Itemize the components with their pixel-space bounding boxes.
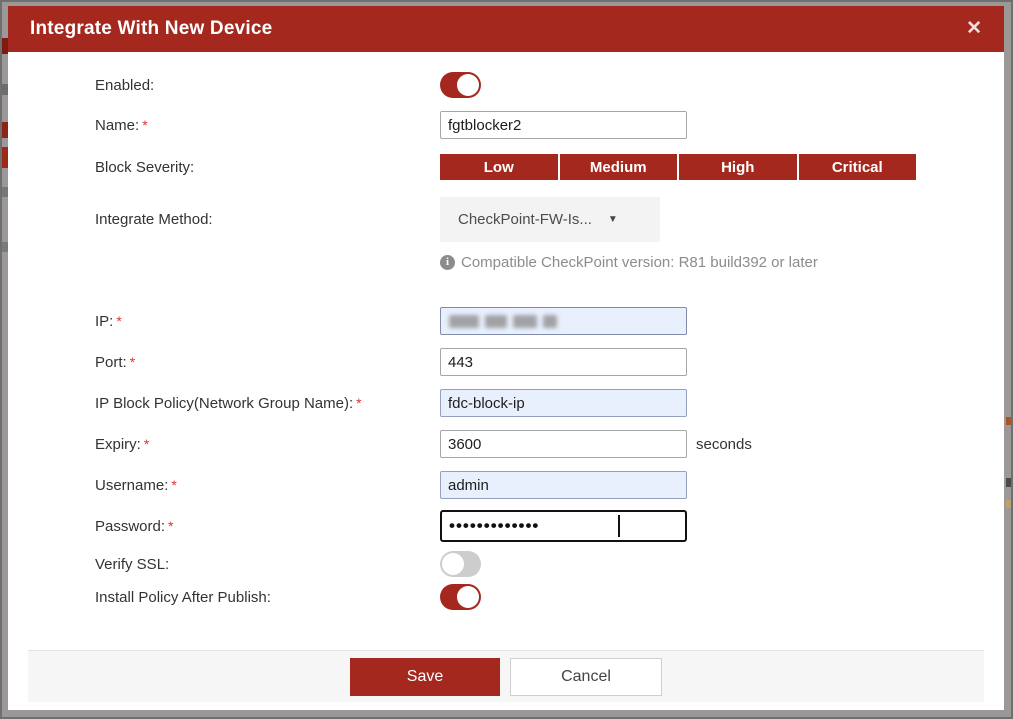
severity-critical-button[interactable]: Critical xyxy=(799,154,917,180)
dialog-footer: Save Cancel xyxy=(28,650,984,702)
integrate-method-row: Integrate Method: CheckPoint-FW-Is... ▼ xyxy=(8,197,1004,242)
port-input[interactable] xyxy=(440,348,687,376)
ip-block-policy-input[interactable] xyxy=(440,389,687,417)
severity-medium-button[interactable]: Medium xyxy=(560,154,678,180)
toggle-knob xyxy=(457,586,479,608)
integrate-method-label: Integrate Method: xyxy=(95,211,440,228)
severity-low-button[interactable]: Low xyxy=(440,154,558,180)
required-marker: * xyxy=(130,354,135,370)
cancel-button[interactable]: Cancel xyxy=(510,658,662,696)
ip-block-policy-row: IP Block Policy(Network Group Name):* xyxy=(8,389,1004,417)
password-input[interactable] xyxy=(440,510,687,542)
integrate-method-select[interactable]: CheckPoint-FW-Is... ▼ xyxy=(440,197,660,242)
compatibility-info: i Compatible CheckPoint version: R81 bui… xyxy=(440,254,818,271)
backdrop-smudge xyxy=(1006,478,1011,487)
block-severity-label: Block Severity: xyxy=(95,159,440,176)
required-marker: * xyxy=(356,395,361,411)
password-row: Password:* xyxy=(8,510,1004,542)
close-icon[interactable]: ✕ xyxy=(966,6,982,52)
enabled-row: Enabled: xyxy=(8,72,1004,98)
ip-input[interactable] xyxy=(440,307,687,335)
dialog-body: Enabled: Name:* Block Severity: Low Medi… xyxy=(8,52,1004,710)
expiry-row: Expiry:* seconds xyxy=(8,430,1004,458)
name-label: Name:* xyxy=(95,117,440,134)
backdrop-smudge xyxy=(1006,500,1011,508)
ip-redacted-value xyxy=(449,315,479,328)
install-policy-label: Install Policy After Publish: xyxy=(95,589,440,606)
backdrop-smudge xyxy=(1006,417,1011,425)
port-label: Port:* xyxy=(95,354,440,371)
required-marker: * xyxy=(116,313,121,329)
chevron-down-icon: ▼ xyxy=(608,214,618,225)
name-row: Name:* xyxy=(8,111,1004,139)
port-row: Port:* xyxy=(8,348,1004,376)
expiry-label: Expiry:* xyxy=(95,436,440,453)
compatibility-info-text: Compatible CheckPoint version: R81 build… xyxy=(461,254,818,271)
toggle-knob xyxy=(442,553,464,575)
dialog-title: Integrate With New Device xyxy=(8,18,272,40)
screenshot-frame: Integrate With New Device ✕ Enabled: Nam… xyxy=(0,0,1013,719)
ip-block-policy-label: IP Block Policy(Network Group Name):* xyxy=(95,395,440,412)
compatibility-info-row: i Compatible CheckPoint version: R81 bui… xyxy=(8,252,1004,272)
name-input[interactable] xyxy=(440,111,687,139)
install-policy-row: Install Policy After Publish: xyxy=(8,584,1004,610)
enabled-toggle[interactable] xyxy=(440,72,481,98)
text-cursor xyxy=(618,515,620,537)
ip-label: IP:* xyxy=(95,313,440,330)
username-input[interactable] xyxy=(440,471,687,499)
ip-redacted-value xyxy=(485,315,507,328)
ip-redacted-value xyxy=(513,315,537,328)
info-icon: i xyxy=(440,255,455,270)
expiry-input[interactable] xyxy=(440,430,687,458)
required-marker: * xyxy=(142,117,147,133)
expiry-unit-label: seconds xyxy=(696,436,752,453)
enabled-label: Enabled: xyxy=(95,77,440,94)
password-field-wrapper xyxy=(440,510,687,542)
severity-button-group: Low Medium High Critical xyxy=(440,154,916,180)
verify-ssl-label: Verify SSL: xyxy=(95,556,440,573)
integrate-method-value: CheckPoint-FW-Is... xyxy=(440,211,592,228)
toggle-knob xyxy=(457,74,479,96)
save-button[interactable]: Save xyxy=(350,658,500,696)
block-severity-row: Block Severity: Low Medium High Critical xyxy=(8,154,1004,180)
ip-row: IP:* xyxy=(8,307,1004,335)
username-row: Username:* xyxy=(8,471,1004,499)
ip-redacted-value xyxy=(543,315,557,328)
integrate-device-dialog: Integrate With New Device ✕ Enabled: Nam… xyxy=(8,6,1004,710)
install-policy-toggle[interactable] xyxy=(440,584,481,610)
required-marker: * xyxy=(171,477,176,493)
dialog-header: Integrate With New Device ✕ xyxy=(8,6,1004,52)
required-marker: * xyxy=(144,436,149,452)
severity-high-button[interactable]: High xyxy=(679,154,797,180)
required-marker: * xyxy=(168,518,173,534)
password-label: Password:* xyxy=(95,518,440,535)
verify-ssl-row: Verify SSL: xyxy=(8,551,1004,577)
verify-ssl-toggle[interactable] xyxy=(440,551,481,577)
username-label: Username:* xyxy=(95,477,440,494)
